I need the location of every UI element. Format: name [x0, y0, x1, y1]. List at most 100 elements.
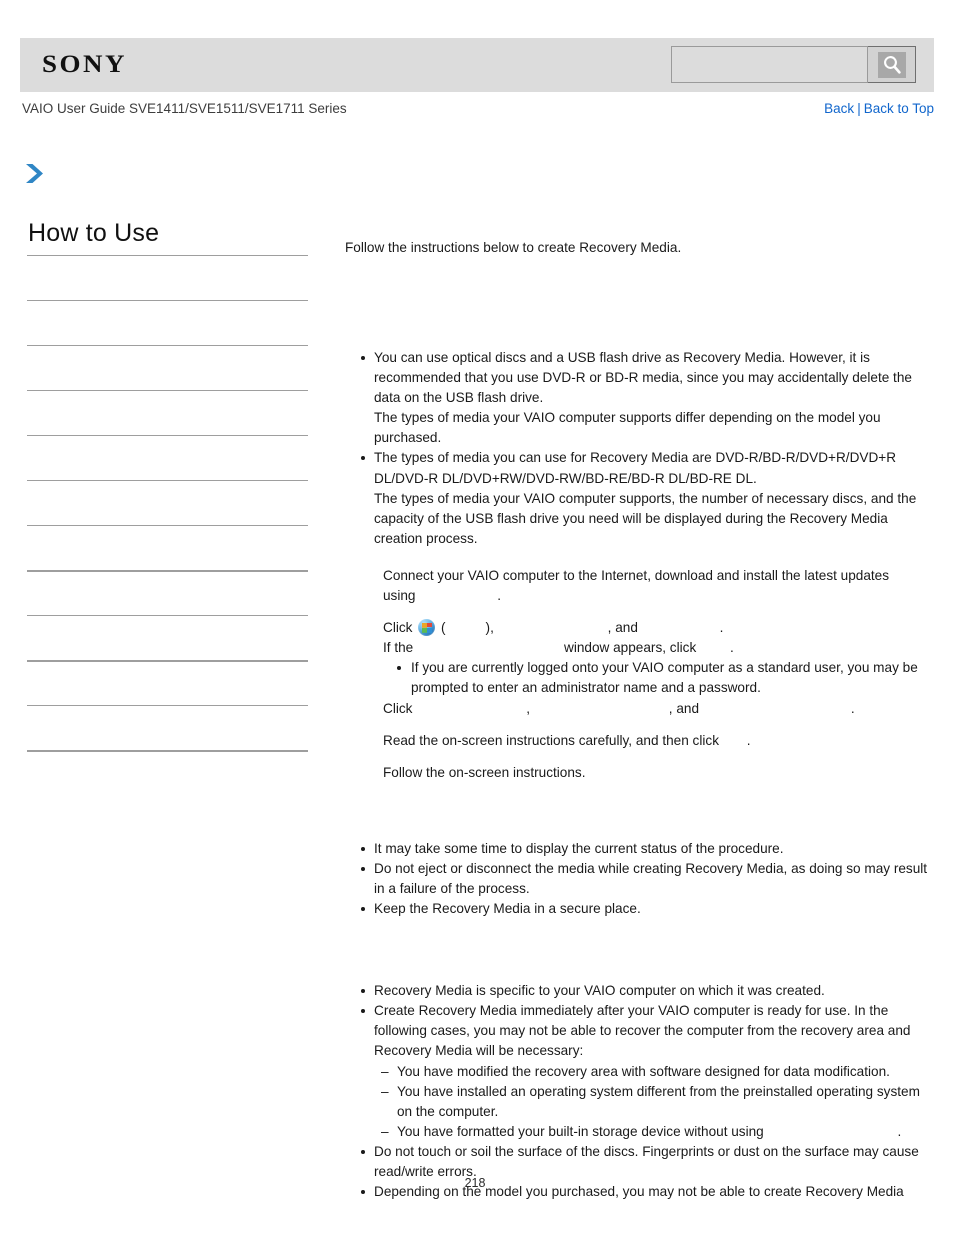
step-2-note-list: If you are currently logged onto your VA… [383, 658, 937, 698]
sidebar-item-6[interactable] [27, 480, 308, 525]
bullet-text-line: The types of media your VAIO computer su… [374, 490, 917, 546]
bullet-text-line: The types of media you can use for Recov… [374, 450, 897, 486]
sidebar-item-5[interactable] [27, 435, 308, 480]
content-gap-4 [345, 919, 937, 981]
page-number-value: 218 [464, 1176, 486, 1190]
back-link[interactable]: Back [824, 101, 854, 116]
recovery-cases-list: You have modified the recovery area with… [374, 1062, 937, 1142]
procedure-steps: Connect your VAIO computer to the Intern… [345, 566, 937, 783]
windows-start-orb-icon [418, 619, 436, 637]
general-notes-list: Recovery Media is specific to your VAIO … [345, 981, 937, 1202]
step-text: Click [383, 620, 413, 636]
sidebar-item-9[interactable] [27, 615, 308, 660]
sidebar-item-label [27, 346, 308, 354]
list-item: Do not eject or disconnect the media whi… [345, 859, 937, 899]
step-1: Connect your VAIO computer to the Intern… [383, 566, 937, 606]
chevron-right-icon[interactable] [22, 160, 48, 188]
search-area [671, 46, 916, 83]
step-text: , and [607, 620, 638, 636]
intro-paragraph: Follow the instructions below to create … [345, 240, 682, 255]
sidebar-bottom-rule [27, 750, 308, 752]
note-text: Recovery Media is specific to your VAIO … [374, 983, 825, 999]
guide-title: VAIO User Guide SVE1411/SVE1511/SVE1711 … [22, 101, 347, 116]
page-number: 218 [0, 1176, 954, 1190]
header-bar: SONY [20, 38, 934, 92]
note-text: It may take some time to display the cur… [374, 840, 784, 856]
back-to-top-link[interactable]: Back to Top [864, 101, 934, 116]
list-item: The types of media you can use for Recov… [345, 448, 937, 548]
content-gap-3 [345, 795, 937, 839]
sidebar-item-label [27, 662, 308, 670]
sidebar-item-label [27, 436, 308, 444]
step-text: Follow the on-screen instructions. [383, 764, 586, 780]
content-gap-2 [345, 549, 937, 566]
step-text: . [497, 588, 502, 604]
step-4: Read the on-screen instructions carefull… [383, 731, 937, 751]
list-item: You have formatted your built-in storage… [374, 1122, 937, 1142]
step-5: Follow the on-screen instructions. [383, 763, 937, 783]
list-item: It may take some time to display the cur… [345, 839, 937, 859]
main-content: Follow the instructions below to create … [345, 238, 937, 1202]
note-text: Keep the Recovery Media in a secure plac… [374, 901, 641, 917]
sidebar-item-label [27, 256, 308, 264]
step-2: Click (), , and . If the window appears,… [383, 618, 937, 698]
dash-text: You have formatted your built-in storage… [397, 1123, 764, 1139]
list-item: Create Recovery Media immediately after … [345, 1001, 937, 1142]
bullet-text-line: You can use optical discs and a USB flas… [374, 350, 912, 406]
sidebar-item-8[interactable] [27, 570, 308, 615]
sidebar-item-label [27, 572, 308, 580]
sub-note-text: If you are currently logged onto your VA… [411, 660, 918, 696]
sidebar-item-3[interactable] [27, 345, 308, 390]
step-text: . [746, 732, 751, 748]
sidebar-item-label [27, 526, 308, 534]
header-nav: Back | Back to Top [824, 101, 934, 116]
sidebar-item-4[interactable] [27, 390, 308, 435]
sidebar: How to Use [27, 218, 308, 752]
nav-separator: | [857, 101, 861, 116]
sidebar-item-label [27, 616, 308, 624]
step-text: Connect your VAIO computer to the Intern… [383, 567, 890, 583]
sidebar-item-7[interactable] [27, 525, 308, 570]
step-text: If the [383, 640, 414, 656]
step-text: . [719, 620, 724, 636]
step-text: , and [668, 700, 700, 716]
note-text: Do not touch or soil the surface of the … [374, 1143, 919, 1179]
step-text: window appears, click [564, 640, 697, 656]
list-item: You have modified the recovery area with… [374, 1062, 937, 1082]
step-text: Click [383, 700, 413, 716]
sidebar-item-2[interactable] [27, 300, 308, 345]
note-text: Do not eject or disconnect the media whi… [374, 860, 928, 896]
sidebar-item-11[interactable] [27, 705, 308, 750]
step-text: , [526, 700, 531, 716]
process-notes-list: It may take some time to display the cur… [345, 839, 937, 919]
sidebar-title: How to Use [28, 219, 160, 247]
step-3: Click , , and . [383, 699, 937, 719]
step-text: Read the on-screen instructions carefull… [383, 732, 719, 748]
sidebar-item-label [27, 391, 308, 399]
search-input[interactable] [671, 46, 868, 83]
note-text: Create Recovery Media immediately after … [374, 1003, 911, 1059]
list-item: Recovery Media is specific to your VAIO … [345, 981, 937, 1001]
list-item: If you are currently logged onto your VA… [383, 658, 937, 698]
dash-text: You have installed an operating system d… [397, 1083, 920, 1119]
bullet-text-line: The types of media your VAIO computer su… [374, 410, 881, 446]
list-item: Keep the Recovery Media in a secure plac… [345, 899, 937, 919]
step-text: . [850, 700, 855, 716]
sony-logo: SONY [42, 50, 128, 78]
step-text: ), [485, 620, 494, 636]
media-notes-list: You can use optical discs and a USB flas… [345, 348, 937, 549]
sidebar-item-label [27, 706, 308, 714]
list-item: You have installed an operating system d… [374, 1082, 937, 1122]
search-icon [877, 51, 906, 78]
list-item: You can use optical discs and a USB flas… [345, 348, 937, 448]
content-gap-1 [345, 258, 937, 348]
dash-text: You have modified the recovery area with… [397, 1063, 890, 1079]
sidebar-item-10[interactable] [27, 660, 308, 705]
search-button[interactable] [868, 46, 916, 83]
step-text: . [730, 640, 734, 656]
step-text: ( [441, 620, 446, 636]
dash-text-end: . [897, 1123, 902, 1139]
sidebar-item-label [27, 481, 308, 489]
sidebar-item-label [27, 301, 308, 309]
sidebar-item-1[interactable] [27, 255, 308, 300]
